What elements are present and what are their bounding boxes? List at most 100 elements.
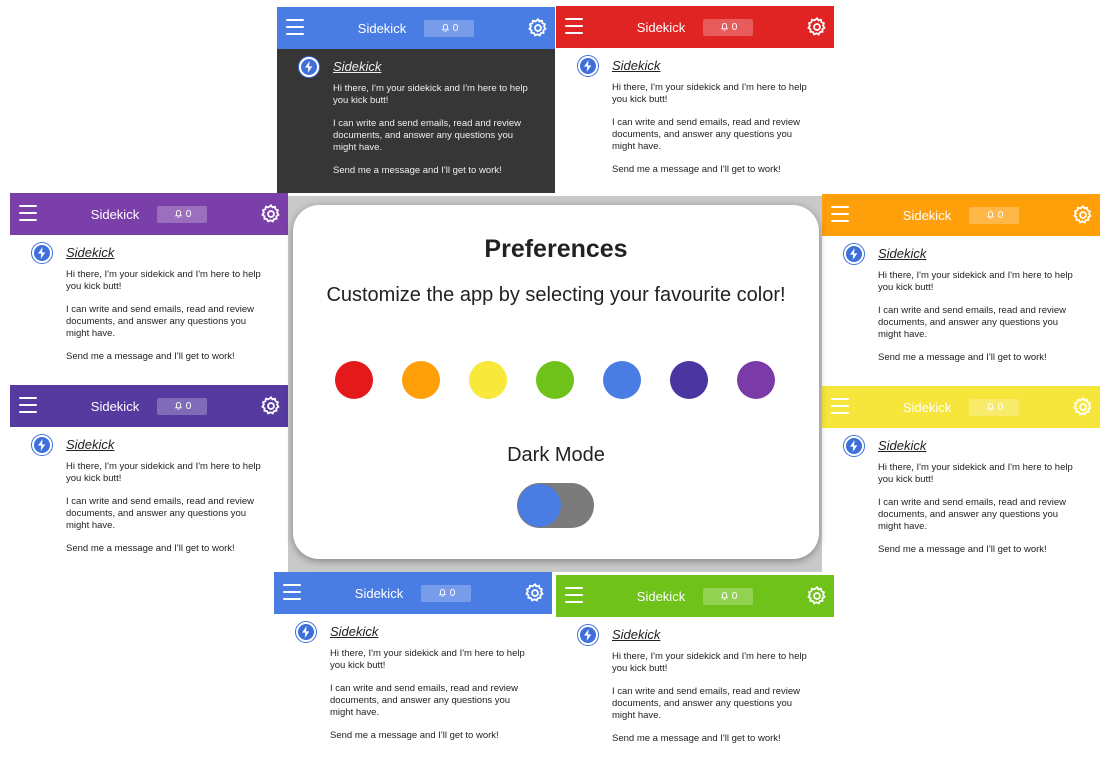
notifications-button[interactable]: 0	[703, 588, 753, 605]
lightning-bolt-icon	[32, 243, 52, 263]
message-paragraph: I can write and send emails, read and re…	[612, 686, 800, 721]
gear-icon[interactable]	[806, 16, 828, 38]
notifications-button[interactable]: 0	[421, 585, 471, 602]
bot-name: Sidekick	[878, 246, 927, 261]
notification-count: 0	[997, 402, 1004, 413]
message-paragraph: Hi there, I'm your sidekick and I'm here…	[878, 462, 1073, 485]
welcome-message: Hi there, I'm your sidekick and I'm here…	[878, 270, 1078, 375]
lightning-bolt-icon	[296, 622, 316, 642]
sidekick-panel-blue: Sidekick 0 Sidekick Hi there, I'm your side…	[274, 572, 552, 760]
sidekick-panel-purple: Sidekick 0 Sidekick Hi there, I'm your side…	[10, 193, 288, 383]
gear-icon[interactable]	[806, 585, 828, 607]
message-paragraph: Hi there, I'm your sidekick and I'm here…	[612, 651, 807, 674]
notifications-button[interactable]: 0	[424, 20, 474, 37]
message-paragraph: Send me a message and I'll get to work!	[66, 543, 235, 554]
welcome-message: Hi there, I'm your sidekick and I'm here…	[330, 648, 530, 753]
lightning-bolt-icon	[578, 56, 598, 76]
panel-header-bar: Sidekick 0	[277, 7, 555, 49]
message-paragraph: I can write and send emails, read and re…	[330, 683, 518, 718]
color-swatch-red[interactable]	[335, 361, 373, 399]
gear-icon[interactable]	[1072, 396, 1094, 418]
sidekick-panel-yellow: Sidekick 0 Sidekick Hi there, I'm your side…	[822, 386, 1100, 574]
color-swatch-purple[interactable]	[737, 361, 775, 399]
preferences-subtitle: Customize the app by selecting your favo…	[326, 284, 786, 306]
dark-mode-label: Dark Mode	[507, 444, 605, 466]
message-paragraph: Send me a message and I'll get to work!	[330, 730, 499, 741]
notifications-button[interactable]: 0	[703, 19, 753, 36]
bot-name: Sidekick	[878, 438, 927, 453]
gear-icon[interactable]	[527, 17, 549, 39]
notifications-button[interactable]: 0	[969, 399, 1019, 416]
message-paragraph: Hi there, I'm your sidekick and I'm here…	[878, 270, 1073, 293]
bell-icon	[719, 21, 730, 35]
welcome-message: Hi there, I'm your sidekick and I'm here…	[612, 82, 812, 187]
message-paragraph: Hi there, I'm your sidekick and I'm here…	[330, 648, 525, 671]
notification-count: 0	[997, 210, 1004, 221]
notifications-button[interactable]: 0	[157, 206, 207, 223]
panel-header-bar: Sidekick 0	[10, 193, 288, 235]
bell-icon	[440, 22, 451, 36]
welcome-message: Hi there, I'm your sidekick and I'm here…	[66, 461, 266, 566]
bot-name: Sidekick	[333, 59, 382, 74]
bell-icon	[173, 400, 184, 414]
notification-count: 0	[185, 209, 192, 220]
gear-icon[interactable]	[260, 395, 282, 417]
color-swatches	[335, 361, 777, 399]
panel-header-bar: Sidekick 0	[822, 194, 1100, 236]
color-swatch-yellow[interactable]	[469, 361, 507, 399]
panel-header-bar: Sidekick 0	[10, 385, 288, 427]
message-paragraph: Send me a message and I'll get to work!	[878, 352, 1047, 363]
bot-name: Sidekick	[612, 58, 661, 73]
lightning-bolt-icon	[32, 435, 52, 455]
message-paragraph: I can write and send emails, read and re…	[878, 305, 1066, 340]
bell-icon	[437, 587, 448, 601]
bell-icon	[719, 590, 730, 604]
bot-name: Sidekick	[330, 624, 379, 639]
notification-count: 0	[185, 401, 192, 412]
sidekick-panel-green: Sidekick 0 Sidekick Hi there, I'm your side…	[556, 575, 834, 763]
bell-icon	[985, 401, 996, 415]
notification-count: 0	[452, 23, 459, 34]
message-paragraph: I can write and send emails, read and re…	[66, 304, 254, 339]
gear-icon[interactable]	[260, 203, 282, 225]
message-paragraph: I can write and send emails, read and re…	[333, 118, 521, 153]
gear-icon[interactable]	[524, 582, 546, 604]
welcome-message: Hi there, I'm your sidekick and I'm here…	[878, 462, 1078, 567]
notifications-button[interactable]: 0	[969, 207, 1019, 224]
panel-header-bar: Sidekick 0	[274, 572, 552, 614]
color-swatch-green[interactable]	[536, 361, 574, 399]
sidekick-panel-red: Sidekick 0 Sidekick Hi there, I'm your side…	[556, 6, 834, 194]
lightning-bolt-icon	[844, 436, 864, 456]
bell-icon	[173, 208, 184, 222]
bot-name: Sidekick	[66, 437, 115, 452]
dark-mode-toggle[interactable]	[517, 483, 594, 528]
notification-count: 0	[731, 22, 738, 33]
lightning-bolt-icon	[299, 57, 319, 77]
color-swatch-indigo[interactable]	[670, 361, 708, 399]
panel-header-bar: Sidekick 0	[556, 575, 834, 617]
message-paragraph: Hi there, I'm your sidekick and I'm here…	[612, 82, 807, 105]
panel-header-bar: Sidekick 0	[556, 6, 834, 48]
message-paragraph: Send me a message and I'll get to work!	[878, 544, 1047, 555]
message-paragraph: Hi there, I'm your sidekick and I'm here…	[66, 461, 261, 484]
message-paragraph: Hi there, I'm your sidekick and I'm here…	[333, 83, 528, 106]
sidekick-panel-blue-dark: Sidekick 0 Sidekick Hi there, I'm your side…	[277, 7, 555, 193]
message-paragraph: I can write and send emails, read and re…	[612, 117, 800, 152]
notifications-button[interactable]: 0	[157, 398, 207, 415]
message-paragraph: Send me a message and I'll get to work!	[612, 164, 781, 175]
preferences-title: Preferences	[484, 235, 628, 263]
panel-header-bar: Sidekick 0	[822, 386, 1100, 428]
notification-count: 0	[731, 591, 738, 602]
message-paragraph: Send me a message and I'll get to work!	[333, 165, 502, 176]
color-swatch-orange[interactable]	[402, 361, 440, 399]
message-paragraph: Hi there, I'm your sidekick and I'm here…	[66, 269, 261, 292]
color-swatch-blue[interactable]	[603, 361, 641, 399]
bell-icon	[985, 209, 996, 223]
welcome-message: Hi there, I'm your sidekick and I'm here…	[333, 83, 533, 188]
sidekick-panel-indigo: Sidekick 0 Sidekick Hi there, I'm your side…	[10, 385, 288, 573]
sidekick-panel-orange: Sidekick 0 Sidekick Hi there, I'm your side…	[822, 194, 1100, 384]
message-paragraph: I can write and send emails, read and re…	[66, 496, 254, 531]
message-paragraph: Send me a message and I'll get to work!	[612, 733, 781, 744]
gear-icon[interactable]	[1072, 204, 1094, 226]
lightning-bolt-icon	[578, 625, 598, 645]
